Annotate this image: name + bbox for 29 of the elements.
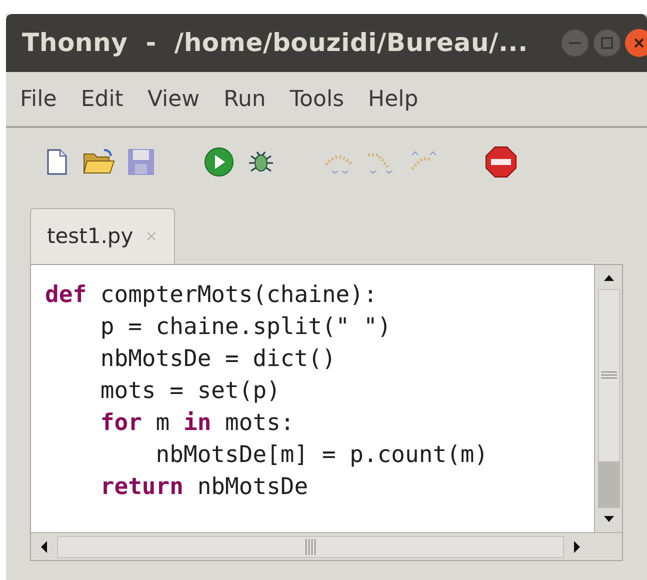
run-icon[interactable] — [204, 147, 234, 177]
code-line: p = chaine.split(" ") — [99, 313, 392, 342]
close-button[interactable] — [625, 29, 647, 57]
grip-icon — [304, 538, 316, 554]
menu-item[interactable]: View — [147, 82, 200, 116]
new-file-icon[interactable] — [46, 149, 68, 175]
code-editor[interactable]: def compterMots(chaine): p = chaine.split(" ") nbMotsDe = dict() mots = set(p) for m in mots: nbMotsDe[m] = p.count(m) return nbMotsDe — [31, 265, 594, 532]
tab-label: test1.py — [47, 222, 134, 250]
editor-tab[interactable]: test1.py × — [30, 208, 175, 264]
menu-item[interactable]: File — [20, 82, 57, 116]
code-line: nbMotsDe = dict() — [99, 345, 336, 374]
grip-icon — [600, 370, 616, 380]
close-icon — [633, 37, 645, 49]
stop-sign-icon[interactable] — [485, 146, 517, 178]
folder-icon[interactable] — [82, 148, 116, 176]
code-line: for m in mots: — [99, 409, 294, 438]
code-line: nbMotsDe[m] = p.count(m) — [154, 441, 488, 470]
window-title: Thonny - /home/bouzidi/Bureau/... — [22, 27, 528, 60]
horizontal-scrollbar[interactable] — [31, 532, 622, 560]
minimize-icon — [569, 42, 581, 44]
maximize-icon — [601, 37, 613, 49]
code-line: def compterMots(chaine): — [45, 281, 378, 310]
menu-item[interactable]: Edit — [80, 82, 124, 116]
menu-item[interactable]: Run — [224, 82, 266, 116]
vertical-scrollbar[interactable] — [594, 265, 622, 532]
code-line: return nbMotsDe — [99, 473, 308, 502]
menu-item[interactable]: Tools — [290, 82, 344, 116]
menu-item[interactable]: Help — [368, 82, 418, 116]
code-line: mots = set(p) — [99, 377, 280, 406]
